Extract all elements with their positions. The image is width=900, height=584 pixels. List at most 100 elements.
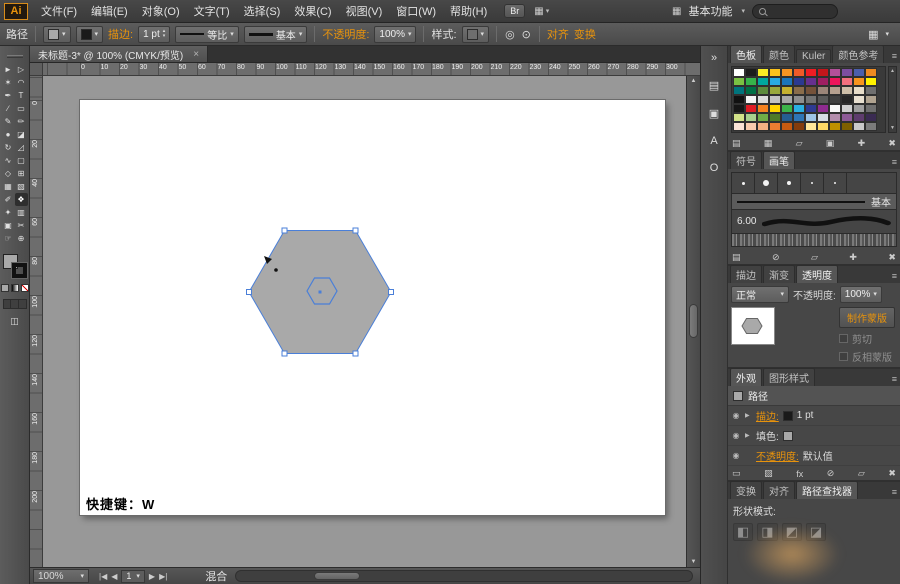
color-swatch[interactable]: [757, 95, 769, 104]
color-swatch[interactable]: [841, 113, 853, 122]
stepper-arrows-icon[interactable]: ▴ ▾: [163, 29, 166, 39]
menu-item-2[interactable]: 编辑(E): [84, 3, 135, 19]
menu-item-5[interactable]: 选择(S): [237, 3, 288, 19]
color-swatch[interactable]: [757, 77, 769, 86]
calligraphic-brush[interactable]: [732, 173, 755, 193]
unite-icon[interactable]: ◧: [733, 523, 754, 541]
color-swatch[interactable]: [853, 86, 865, 95]
blend-tool[interactable]: ❖: [14, 193, 28, 206]
eye-icon[interactable]: ◉: [731, 451, 741, 460]
color-swatch[interactable]: [757, 122, 769, 131]
color-swatch[interactable]: [865, 86, 877, 95]
panel-menu-icon[interactable]: ≡: [892, 487, 897, 497]
color-swatch[interactable]: [805, 122, 817, 131]
direct-selection-tool[interactable]: ▷: [15, 63, 28, 76]
color-swatch[interactable]: [841, 104, 853, 113]
stroke-link[interactable]: 描边:: [108, 26, 133, 42]
rectangle-tool[interactable]: ▭: [15, 102, 28, 115]
symbol-sprayer-tool[interactable]: ✦: [2, 206, 15, 219]
color-swatch[interactable]: [781, 113, 793, 122]
color-swatch[interactable]: [805, 68, 817, 77]
color-swatch[interactable]: [781, 77, 793, 86]
color-swatch[interactable]: [781, 122, 793, 131]
eye-icon[interactable]: ◉: [731, 411, 741, 420]
eraser-tool[interactable]: ◪: [15, 128, 28, 141]
color-swatch[interactable]: [865, 68, 877, 77]
opacity-select[interactable]: 100% ▾: [374, 25, 417, 43]
color-swatch[interactable]: [769, 68, 781, 77]
duplicate-item-icon[interactable]: ▱: [858, 468, 865, 479]
color-swatch[interactable]: [733, 104, 745, 113]
panel-grip[interactable]: [6, 55, 23, 58]
new-effect-icon[interactable]: fx: [796, 469, 803, 479]
previous-artboard-button[interactable]: ◀: [111, 572, 117, 581]
color-swatch[interactable]: [853, 104, 865, 113]
color-swatch[interactable]: [781, 95, 793, 104]
screen-mode-button[interactable]: ◫: [10, 316, 19, 327]
artboard-tool[interactable]: ▣: [2, 219, 15, 232]
appearance-attr-value[interactable]: 默认值: [803, 448, 833, 463]
color-button[interactable]: [0, 284, 9, 292]
intersect-icon[interactable]: ◩: [781, 523, 802, 541]
color-swatch[interactable]: [829, 104, 841, 113]
color-swatch[interactable]: [853, 68, 865, 77]
panel-menu-icon[interactable]: ≡: [892, 51, 897, 61]
disclosure-icon[interactable]: ▶: [745, 432, 752, 439]
basic-brush-row[interactable]: 基本: [731, 194, 897, 210]
color-swatch[interactable]: [817, 86, 829, 95]
free-transform-tool[interactable]: ▢: [15, 154, 28, 167]
selection-tool[interactable]: ►: [2, 63, 15, 76]
panel-tab[interactable]: 色板: [730, 45, 762, 63]
scroll-down-icon[interactable]: ▼: [890, 125, 895, 131]
color-panel-icon[interactable]: ▤: [709, 79, 719, 92]
color-swatch[interactable]: [853, 77, 865, 86]
panel-tab[interactable]: 外观: [730, 368, 762, 386]
appearance-attr-label[interactable]: 描边:: [756, 408, 779, 423]
fill-color-select[interactable]: ▾: [43, 25, 71, 43]
brush-libraries-icon[interactable]: ▤: [732, 252, 741, 263]
color-swatch[interactable]: [793, 122, 805, 131]
last-artboard-button[interactable]: ▶|: [159, 572, 167, 581]
calligraphic-brush[interactable]: [801, 173, 824, 193]
scale-tool[interactable]: ◿: [15, 141, 28, 154]
paintbrush-tool[interactable]: ✎: [2, 115, 15, 128]
hand-tool[interactable]: ☞: [2, 232, 15, 245]
color-swatch[interactable]: [829, 77, 841, 86]
swatch-libraries-icon[interactable]: ▤: [732, 138, 741, 149]
panel-menu-icon[interactable]: ≡: [892, 271, 897, 281]
color-swatch[interactable]: [829, 122, 841, 131]
panel-tab[interactable]: 颜色参考: [832, 45, 885, 63]
color-swatch[interactable]: [805, 86, 817, 95]
color-swatch[interactable]: [805, 104, 817, 113]
artboard-number-select[interactable]: 1 ▾: [121, 569, 145, 583]
new-fill-icon[interactable]: ▨: [764, 468, 773, 479]
new-brush-icon[interactable]: ✚: [849, 252, 857, 263]
perspective-grid-tool[interactable]: ⊞: [15, 167, 28, 180]
color-swatch[interactable]: [805, 77, 817, 86]
panel-tab[interactable]: 渐变: [763, 265, 795, 283]
panel-tab[interactable]: 符号: [730, 151, 762, 169]
color-swatch[interactable]: [793, 95, 805, 104]
opacity-select[interactable]: 100% ▾: [839, 286, 882, 303]
fill-row[interactable]: ◉ ▶ 填色:: [728, 426, 900, 446]
attr-swatch-icon[interactable]: [782, 430, 793, 441]
color-swatch[interactable]: [793, 86, 805, 95]
magic-wand-tool[interactable]: ✶: [2, 76, 15, 89]
calligraphic-brush[interactable]: [755, 173, 778, 193]
color-swatch[interactable]: [853, 95, 865, 104]
delete-brush-icon[interactable]: ✖: [888, 252, 896, 263]
bridge-button[interactable]: Br: [504, 4, 526, 18]
color-swatch[interactable]: [865, 113, 877, 122]
delete-swatch-icon[interactable]: ✖: [888, 138, 896, 149]
ruler-origin-corner[interactable]: [30, 63, 43, 76]
color-swatch[interactable]: [769, 122, 781, 131]
color-swatch[interactable]: [745, 77, 757, 86]
transform-link[interactable]: 变换: [574, 26, 596, 42]
column-graph-tool[interactable]: ▥: [15, 206, 28, 219]
color-swatch[interactable]: [769, 77, 781, 86]
clear-appearance-icon[interactable]: ⊘: [827, 468, 835, 479]
eyedropper-tool[interactable]: ✐: [2, 193, 15, 206]
pen-tool[interactable]: ✒: [2, 89, 15, 102]
color-swatch[interactable]: [829, 86, 841, 95]
color-swatch[interactable]: [841, 77, 853, 86]
